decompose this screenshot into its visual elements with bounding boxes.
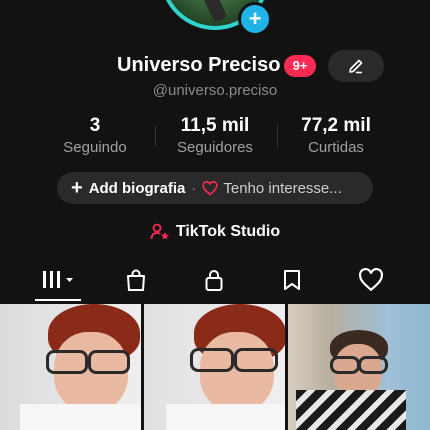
user-star-icon	[150, 223, 169, 240]
lock-icon	[205, 270, 223, 291]
following-label: Seguindo	[63, 139, 127, 156]
followers-stat[interactable]: 11,5 mil Seguidores	[163, 115, 267, 156]
tiktok-studio-link[interactable]: TikTok Studio	[0, 220, 430, 244]
likes-stat[interactable]: 77,2 mil Curtidas	[288, 115, 384, 156]
thumbnail-glasses	[358, 356, 388, 374]
tab-liked[interactable]	[341, 262, 401, 298]
add-bio-button[interactable]: Add biografia	[89, 180, 186, 197]
grid-icon	[43, 271, 73, 288]
heart-icon	[359, 268, 383, 292]
stats-divider	[277, 125, 278, 147]
heart-icon	[202, 180, 218, 196]
tab-shop[interactable]	[106, 262, 166, 298]
video-thumbnail[interactable]	[0, 304, 141, 430]
bio-separator: ·	[191, 179, 197, 197]
username: @universo.preciso	[152, 82, 278, 99]
active-tab-indicator	[35, 299, 81, 301]
interests-button[interactable]: Tenho interesse...	[223, 180, 341, 197]
followers-count: 11,5 mil	[180, 115, 250, 136]
thumbnail-glasses	[330, 356, 360, 374]
likes-label: Curtidas	[308, 139, 364, 156]
pencil-icon	[349, 59, 363, 74]
bookmark-icon	[284, 270, 300, 290]
add-avatar-plus-icon[interactable]: +	[238, 2, 272, 36]
video-thumbnail[interactable]	[288, 304, 430, 430]
stats-divider	[155, 125, 156, 147]
tiktok-studio-label: TikTok Studio	[175, 223, 281, 240]
plus-icon: +	[71, 177, 83, 199]
profile-stats: 3 Seguindo 11,5 mil Seguidores 77,2 mil …	[0, 115, 430, 159]
thumbnail-face	[200, 332, 274, 412]
following-stat[interactable]: 3 Seguindo	[50, 115, 140, 156]
thumbnail-glasses	[88, 350, 130, 374]
likes-count: 77,2 mil	[301, 115, 371, 136]
thumbnail-shirt	[166, 404, 285, 430]
bio-bar: + Add biografia · Tenho interesse...	[57, 172, 373, 204]
thumbnail-shirt	[20, 404, 141, 430]
thumbnail-glasses	[46, 350, 88, 374]
profile-tabs	[0, 262, 430, 302]
shopping-bag-icon	[127, 269, 145, 291]
thumbnail-shirt	[296, 390, 406, 430]
thumbnail-glasses	[190, 348, 234, 372]
following-count: 3	[89, 115, 101, 136]
thumbnail-glasses	[234, 348, 278, 372]
video-thumbnail[interactable]	[144, 304, 285, 430]
tab-videos[interactable]	[28, 262, 88, 298]
display-name: Universo Preciso	[117, 54, 281, 76]
video-grid	[0, 304, 430, 430]
profile-name-row: Universo Preciso 9+	[0, 50, 430, 82]
tab-private[interactable]	[184, 262, 244, 298]
tab-saved[interactable]	[262, 262, 322, 298]
edit-profile-button[interactable]	[328, 50, 384, 82]
notification-badge[interactable]: 9+	[284, 55, 316, 77]
followers-label: Seguidores	[177, 139, 253, 156]
